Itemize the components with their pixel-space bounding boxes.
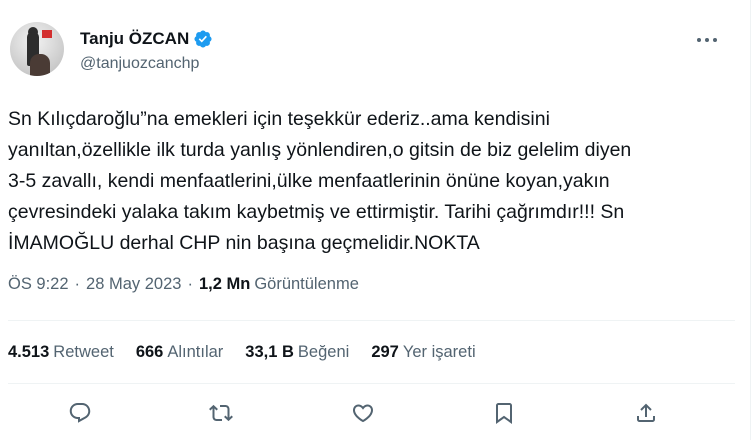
tweet-actions [0,395,751,431]
avatar-person [30,54,50,76]
author-display-name[interactable]: Tanju ÖZCAN [80,29,189,49]
bookmark-button[interactable] [486,395,522,431]
stat-label: Alıntılar [167,343,224,361]
stat-label: Yer işareti [402,343,476,361]
avatar-flag [42,30,52,38]
more-dot [713,38,717,42]
views-label: Görüntülenme [254,275,359,293]
likes-stat[interactable]: 33,1 B Beğeni [245,343,349,362]
retweets-stat[interactable]: 4.513 Retweet [8,343,114,362]
tweet-text: Sn Kılıçdaroğlu”na emekleri için teşekkü… [8,108,632,254]
tweet-stats: 4.513 Retweet 666 Alıntılar 33,1 B Beğen… [8,343,498,362]
like-button[interactable] [345,395,381,431]
more-dot [705,38,709,42]
stat-count: 297 [371,343,399,361]
verified-badge-icon[interactable] [193,29,213,49]
reply-icon [69,403,91,423]
tweet-date[interactable]: 28 May 2023 [86,275,181,294]
share-icon [637,403,655,422]
quotes-stat[interactable]: 666 Alıntılar [136,343,223,362]
bookmarks-stat[interactable]: 297 Yer işareti [371,343,475,362]
more-dot [697,38,701,42]
more-options-icon[interactable] [694,30,720,50]
stat-label: Retweet [53,343,114,361]
divider [8,383,735,384]
meta-separator: · [187,275,193,293]
stat-count: 666 [135,343,164,361]
meta-separator: · [74,275,81,293]
views-count: 1,2 Mn [198,275,251,293]
heart-icon [352,404,374,423]
stat-label: Beğeni [297,343,350,361]
tweet-card: Tanju ÖZCAN @tanjuozcanchp Sn Kılıçdaroğ… [0,0,751,440]
tweet-time[interactable]: ÖS 9:22 [8,275,69,294]
divider [8,320,735,321]
stat-count: 33,1 B [245,343,294,361]
share-button[interactable] [628,395,664,431]
tweet-meta: ÖS 9:22 · 28 May 2023 · 1,2 Mn Görüntüle… [8,275,359,294]
bookmark-icon [496,403,512,424]
stat-count: 4.513 [8,343,50,361]
retweet-icon [209,404,233,422]
author-name-row: Tanju ÖZCAN [80,28,213,50]
retweet-button[interactable] [203,395,239,431]
reply-button[interactable] [62,395,98,431]
author-avatar[interactable] [10,22,64,76]
author-handle[interactable]: @tanjuozcanchp [80,55,199,73]
